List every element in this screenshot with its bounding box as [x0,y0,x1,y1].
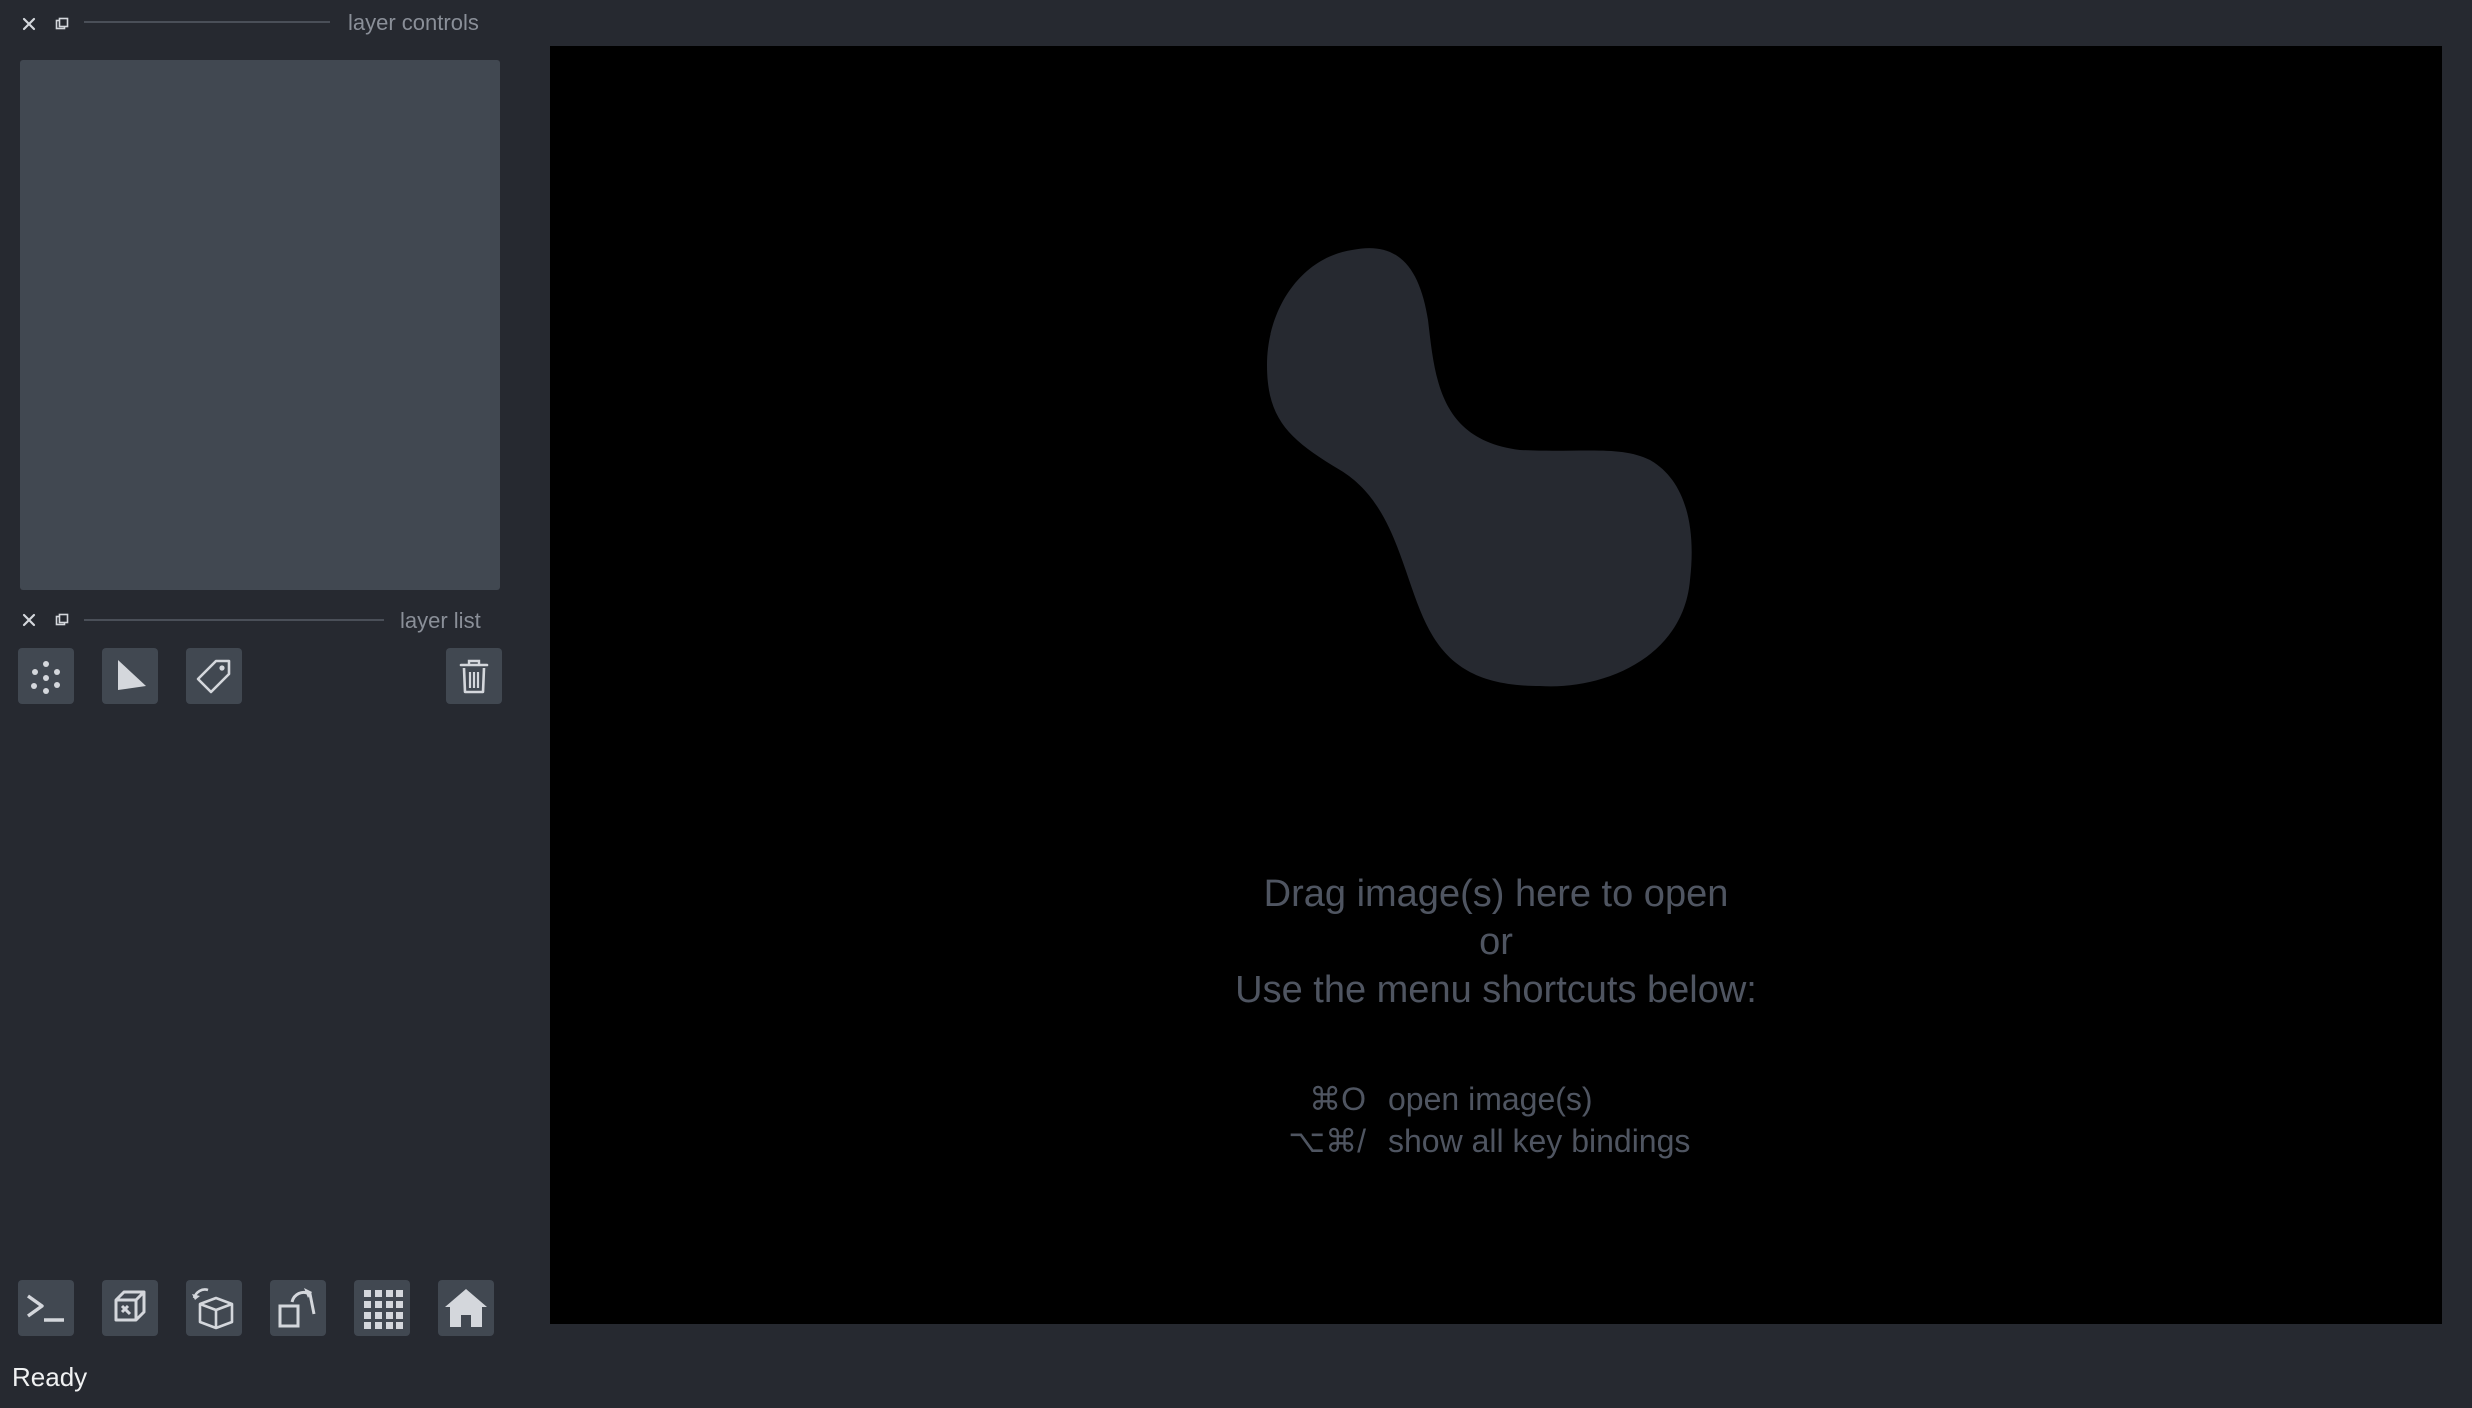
shortcut-key: ⌘O [1309,1081,1366,1117]
roll-dims-button[interactable] [186,1280,242,1336]
delete-layer-button[interactable] [446,648,502,704]
welcome-line-3: Use the menu shortcuts below: [1235,969,1757,1011]
viewer-canvas[interactable]: Drag image(s) here to open or Use the me… [550,46,2442,1324]
transpose-button[interactable] [270,1280,326,1336]
shortcut-row: ⌘O open image(s) [550,1078,2442,1120]
shortcut-list: ⌘O open image(s) ⌥⌘/ show all key bindin… [550,1078,2442,1162]
console-button[interactable] [18,1280,74,1336]
home-button[interactable] [438,1280,494,1336]
console-icon [27,1294,64,1322]
shapes-icon [118,660,146,690]
float-icon[interactable] [50,608,74,632]
layer-list-title: layer list [400,608,481,633]
grid-view-button[interactable] [354,1280,410,1336]
trash-icon [459,659,489,694]
welcome-line-1: Drag image(s) here to open [1263,873,1729,915]
transpose-icon [278,1288,316,1328]
shortcut-desc: open image(s) [1388,1081,1593,1117]
layer-controls-header: layer controls [0,2,500,42]
status-bar-text: Ready [12,1362,88,1392]
dock-divider [84,619,384,621]
close-icon[interactable] [17,12,41,36]
napari-window: layer controls layer list Drag image(s) … [0,0,2472,1408]
layer-controls-panel [20,60,500,590]
grid-icon [364,1290,403,1329]
shortcut-desc: show all key bindings [1388,1123,1691,1159]
float-icon[interactable] [50,12,74,36]
layer-controls-title: layer controls [348,10,479,35]
welcome-message: Drag image(s) here to open or Use the me… [550,870,2442,1014]
labels-icon [196,659,231,694]
points-icon [31,661,60,694]
layer-list-header: layer list [0,600,500,640]
close-icon[interactable] [17,608,41,632]
roll-dims-icon [192,1288,234,1330]
new-shapes-button[interactable] [102,648,158,704]
dock-divider [84,21,330,23]
new-points-button[interactable] [18,648,74,704]
shortcut-key: ⌥⌘/ [1288,1123,1366,1159]
ndisplay-icon [114,1290,146,1322]
ndisplay-button[interactable] [102,1280,158,1336]
new-labels-button[interactable] [186,648,242,704]
welcome-line-2: or [1479,921,1513,963]
shortcut-row: ⌥⌘/ show all key bindings [550,1120,2442,1162]
home-icon [445,1289,487,1327]
